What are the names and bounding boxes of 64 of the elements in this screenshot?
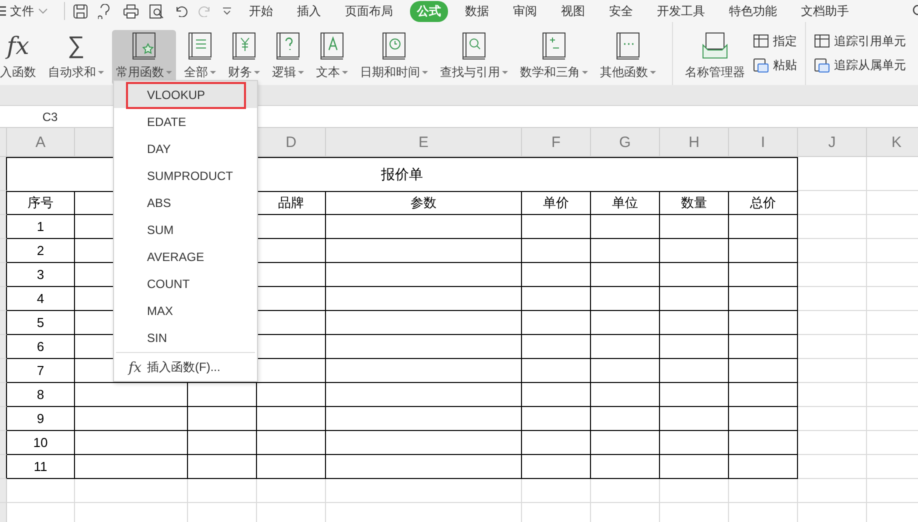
function-menu-item[interactable]: SIN xyxy=(114,324,257,351)
ribbon-button[interactable]: 逻辑 xyxy=(268,30,308,85)
ribbon-button[interactable]: 日期和时间 xyxy=(356,30,432,85)
ribbon-button[interactable]: 名称管理器 xyxy=(681,30,749,85)
row-number-cell: 3 xyxy=(7,263,75,287)
name-box[interactable]: C3 xyxy=(0,110,100,124)
function-menu-item[interactable]: MAX xyxy=(114,297,257,324)
menu-tab[interactable]: 开发工具 xyxy=(650,0,712,22)
function-menu-item[interactable]: EDATE xyxy=(114,108,257,135)
table-header-cell: 单位 xyxy=(591,191,660,215)
menu-tab[interactable]: 视图 xyxy=(554,0,592,22)
row-number-cell: 1 xyxy=(7,215,75,239)
menu-tab[interactable]: 数据 xyxy=(458,0,496,22)
ribbon-button[interactable]: 粘贴 xyxy=(753,56,797,74)
ribbon-button[interactable]: 指定 xyxy=(753,32,797,50)
column-header[interactable]: J xyxy=(798,128,867,157)
function-glyph-icon: fx xyxy=(123,360,147,376)
function-menu-item[interactable]: ABS xyxy=(114,189,257,216)
table-header-cell: 总价 xyxy=(729,191,798,215)
row-number-cell: 9 xyxy=(7,407,75,431)
row-number-cell: 2 xyxy=(7,239,75,263)
table-header-cell: 数量 xyxy=(660,191,729,215)
menu-tab[interactable]: 开始 xyxy=(242,0,280,22)
ribbon-button[interactable]: 文本 xyxy=(312,30,352,85)
function-menu-item[interactable]: SUMPRODUCT xyxy=(114,162,257,189)
column-header[interactable]: H xyxy=(660,128,729,157)
ribbon-button[interactable]: fx 入函数 xyxy=(0,30,40,85)
column-header[interactable]: I xyxy=(729,128,798,157)
column-header[interactable]: E xyxy=(326,128,522,157)
ribbon-button[interactable]: 常用函数 xyxy=(112,30,176,85)
ribbon-button[interactable]: ∑ 自动求和 xyxy=(44,30,108,85)
row-number-cell: 10 xyxy=(7,431,75,455)
ribbon-button[interactable]: 数学和三角 xyxy=(516,30,592,85)
file-menu[interactable]: 文件 xyxy=(10,2,34,20)
row-number-cell: 6 xyxy=(7,335,75,359)
menu-tab[interactable]: 页面布局 xyxy=(338,0,400,22)
column-header[interactable]: F xyxy=(522,128,591,157)
menu-tab[interactable]: 安全 xyxy=(602,0,640,22)
menu-tab[interactable]: 特色功能 xyxy=(722,0,784,22)
column-header[interactable]: K xyxy=(867,128,918,157)
row-number-cell: 4 xyxy=(7,287,75,311)
column-header[interactable]: G xyxy=(591,128,660,157)
row-number-cell: 7 xyxy=(7,359,75,383)
table-header-cell: 单价 xyxy=(522,191,591,215)
function-glyph-icon: ∑ xyxy=(67,32,85,60)
row-number-cell: 8 xyxy=(7,383,75,407)
ribbon-button[interactable]: 追踪引用单元 xyxy=(814,32,906,50)
ribbon-button[interactable]: 其他函数 xyxy=(596,30,660,85)
function-glyph-icon: fx xyxy=(6,32,30,60)
ribbon-button[interactable]: 查找与引用 xyxy=(436,30,512,85)
menu-tab[interactable]: 文档助手 xyxy=(794,0,856,22)
ribbon-button[interactable]: 追踪从属单元 xyxy=(814,56,906,74)
column-header[interactable]: A xyxy=(7,128,75,157)
function-menu-item[interactable]: SUM xyxy=(114,216,257,243)
function-menu-item[interactable]: COUNT xyxy=(114,270,257,297)
row-number-cell: 5 xyxy=(7,311,75,335)
menu-tab[interactable]: 插入 xyxy=(290,0,328,22)
row-number-cell: 11 xyxy=(7,455,75,479)
function-menu-item[interactable]: AVERAGE xyxy=(114,243,257,270)
table-header-cell: 参数 xyxy=(326,191,522,215)
insert-function-item[interactable]: fx 插入函数(F)... xyxy=(114,354,220,381)
table-header-cell: 序号 xyxy=(7,191,75,215)
menu-tab[interactable]: 审阅 xyxy=(506,0,544,22)
column-header[interactable]: D xyxy=(257,128,326,157)
